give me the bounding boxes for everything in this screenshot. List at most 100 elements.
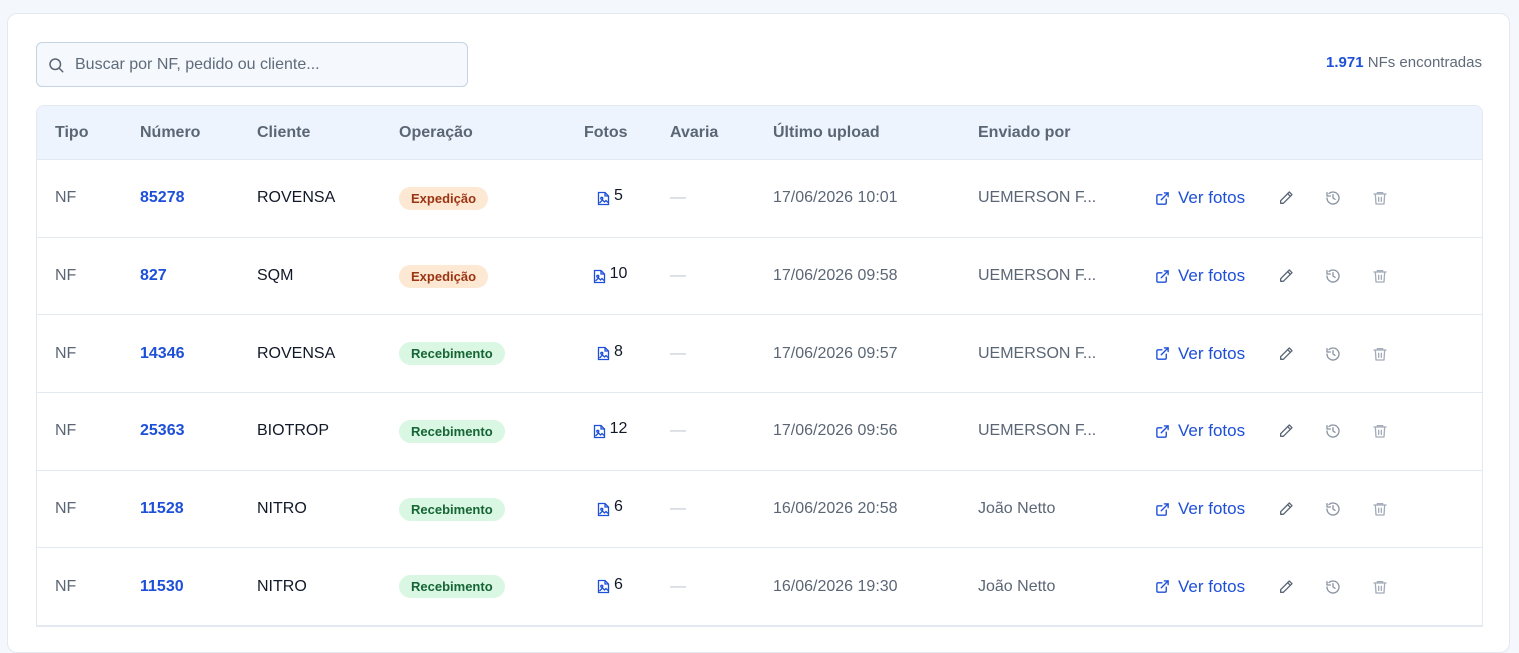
nf-number-link[interactable]: 14346 bbox=[140, 315, 185, 392]
nf-number-link[interactable]: 25363 bbox=[140, 393, 185, 470]
operation-badge: Recebimento bbox=[399, 575, 505, 599]
cell-operacao: Recebimento bbox=[399, 393, 505, 470]
history-icon bbox=[1326, 269, 1340, 283]
history-icon bbox=[1326, 191, 1340, 205]
image-file-icon bbox=[593, 424, 605, 439]
table-row: NF 85278 ROVENSA Expedição 5 — 17/06/202… bbox=[37, 160, 1482, 238]
col-fotos: Fotos bbox=[584, 124, 628, 141]
external-link-icon bbox=[1156, 269, 1169, 283]
col-avaria: Avaria bbox=[670, 124, 719, 141]
delete-button[interactable] bbox=[1372, 238, 1388, 315]
cell-cliente: SQM bbox=[257, 267, 294, 285]
pencil-icon bbox=[1280, 347, 1293, 360]
results-count-number: 1.971 bbox=[1326, 54, 1364, 71]
ver-fotos-button[interactable]: Ver fotos bbox=[1155, 471, 1245, 548]
cell-cliente: NITRO bbox=[257, 500, 307, 518]
cell-operacao: Recebimento bbox=[399, 315, 505, 392]
pencil-icon bbox=[1280, 502, 1293, 516]
table-body: NF 85278 ROVENSA Expedição 5 — 17/06/202… bbox=[37, 160, 1482, 627]
history-button[interactable] bbox=[1325, 471, 1341, 548]
pencil-icon bbox=[1280, 580, 1293, 593]
cell-tipo: NF bbox=[55, 577, 77, 595]
delete-button[interactable] bbox=[1372, 160, 1388, 237]
history-button[interactable] bbox=[1325, 160, 1341, 237]
image-file-icon bbox=[597, 580, 610, 594]
nf-number-link[interactable]: 11530 bbox=[140, 548, 184, 625]
external-link-icon bbox=[1156, 192, 1169, 205]
table-row: NF 25363 BIOTROP Recebimento 12 — 17/06/… bbox=[37, 393, 1482, 471]
image-file-icon bbox=[593, 269, 605, 283]
ver-fotos-button[interactable]: Ver fotos bbox=[1155, 238, 1245, 315]
ver-fotos-button[interactable]: Ver fotos bbox=[1155, 160, 1245, 237]
cell-avaria: — bbox=[670, 189, 686, 207]
col-cliente: Cliente bbox=[257, 124, 311, 141]
delete-button[interactable] bbox=[1372, 471, 1388, 548]
search-input[interactable] bbox=[75, 55, 435, 74]
cell-ultimo-upload: 17/06/2026 09:58 bbox=[773, 267, 898, 285]
col-tipo: Tipo bbox=[55, 124, 89, 141]
history-button[interactable] bbox=[1325, 548, 1341, 625]
edit-button[interactable] bbox=[1278, 160, 1294, 237]
operation-badge: Expedição bbox=[399, 264, 489, 288]
trash-icon bbox=[1373, 270, 1387, 283]
nf-number-link[interactable]: 827 bbox=[140, 238, 167, 315]
cell-ultimo-upload: 16/06/2026 19:30 bbox=[773, 577, 898, 595]
history-icon bbox=[1326, 580, 1340, 594]
cell-tipo: NF bbox=[55, 189, 77, 207]
trash-icon bbox=[1373, 347, 1387, 361]
external-link-icon bbox=[1156, 425, 1169, 438]
edit-button[interactable] bbox=[1278, 238, 1294, 315]
pencil-icon bbox=[1280, 269, 1293, 283]
results-count: 1.971 NFs encontradas bbox=[1326, 54, 1482, 71]
ver-fotos-label: Ver fotos bbox=[1178, 576, 1246, 596]
ver-fotos-button[interactable]: Ver fotos bbox=[1155, 393, 1245, 470]
photo-count: 6 bbox=[614, 575, 623, 593]
nf-number-link[interactable]: 85278 bbox=[140, 160, 185, 237]
delete-button[interactable] bbox=[1372, 393, 1388, 470]
cell-tipo: NF bbox=[55, 422, 77, 440]
cell-fotos: 5 bbox=[587, 160, 633, 237]
cell-ultimo-upload: 17/06/2026 10:01 bbox=[773, 189, 898, 207]
pencil-icon bbox=[1280, 424, 1293, 438]
photo-count: 12 bbox=[609, 420, 628, 438]
external-link-icon bbox=[1156, 347, 1169, 361]
pencil-icon bbox=[1280, 191, 1293, 205]
edit-button[interactable] bbox=[1278, 548, 1294, 625]
cell-avaria: — bbox=[670, 344, 686, 362]
history-icon bbox=[1326, 424, 1340, 439]
col-enviado-por: Enviado por bbox=[978, 124, 1071, 141]
nf-table: Tipo Número Cliente Operação Fotos Avari… bbox=[36, 105, 1483, 628]
edit-button[interactable] bbox=[1278, 471, 1294, 548]
cell-fotos: 10 bbox=[587, 238, 633, 315]
cell-enviado-por: UEMERSON F... bbox=[978, 344, 1097, 362]
cell-tipo: NF bbox=[55, 344, 77, 362]
edit-button[interactable] bbox=[1278, 315, 1294, 392]
ver-fotos-button[interactable]: Ver fotos bbox=[1155, 548, 1245, 625]
history-button[interactable] bbox=[1325, 315, 1341, 392]
table-row: NF 11528 NITRO Recebimento 6 — 16/06/202… bbox=[37, 470, 1482, 549]
nf-number-link[interactable]: 11528 bbox=[140, 471, 184, 548]
operation-badge: Recebimento bbox=[399, 497, 505, 521]
cell-fotos: 6 bbox=[587, 471, 633, 548]
photo-count: 6 bbox=[614, 498, 623, 516]
delete-button[interactable] bbox=[1372, 548, 1388, 625]
external-link-icon bbox=[1156, 502, 1169, 516]
nf-list-card: 1.971 NFs encontradas Tipo Número Client… bbox=[7, 13, 1510, 653]
results-count-label: NFs encontradas bbox=[1367, 54, 1482, 71]
search-box[interactable] bbox=[36, 42, 468, 87]
table-row: NF 827 SQM Expedição 10 — 17/06/2026 09:… bbox=[37, 237, 1482, 316]
ver-fotos-button[interactable]: Ver fotos bbox=[1155, 315, 1245, 392]
trash-icon bbox=[1373, 192, 1387, 206]
history-button[interactable] bbox=[1325, 393, 1341, 470]
delete-button[interactable] bbox=[1372, 315, 1388, 392]
col-ultimo-upload: Último upload bbox=[773, 124, 880, 141]
cell-cliente: NITRO bbox=[257, 577, 307, 595]
cell-avaria: — bbox=[670, 577, 686, 595]
col-operacao: Operação bbox=[399, 124, 473, 141]
cell-cliente: ROVENSA bbox=[257, 189, 336, 207]
cell-operacao: Expedição bbox=[399, 160, 489, 237]
cell-avaria: — bbox=[670, 422, 686, 440]
edit-button[interactable] bbox=[1278, 393, 1294, 470]
ver-fotos-label: Ver fotos bbox=[1178, 188, 1246, 208]
history-button[interactable] bbox=[1325, 238, 1341, 315]
